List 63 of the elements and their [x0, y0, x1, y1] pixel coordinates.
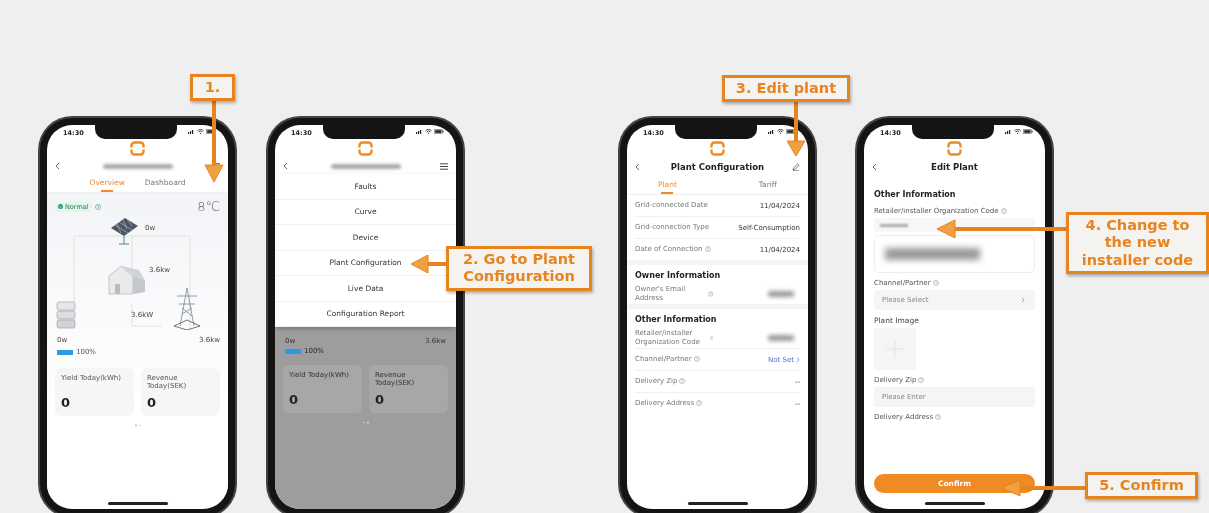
battery-level-bar — [57, 349, 73, 355]
help-icon[interactable] — [696, 400, 703, 407]
pencil-icon[interactable] — [792, 163, 800, 171]
blurred-text — [330, 163, 401, 169]
battery-drawing — [55, 300, 77, 330]
battery-icon — [786, 129, 796, 134]
callout-tooltip: 1. — [190, 74, 235, 102]
stat-value: 0 — [289, 392, 300, 407]
callout-tooltip: 2. Go to Plant Configuration — [446, 246, 592, 291]
signal-icon — [1005, 129, 1012, 134]
chevron-icon — [1021, 297, 1025, 303]
check-icon — [58, 204, 63, 209]
logo-icon — [358, 141, 373, 156]
signal-icon — [416, 129, 423, 134]
image-upload[interactable] — [874, 328, 916, 370]
callout-tooltip: 4. Change to the new installer code — [1066, 212, 1209, 275]
help-icon[interactable] — [693, 356, 700, 363]
arrow — [786, 101, 806, 157]
blurred-text — [768, 334, 794, 341]
back-icon[interactable] — [872, 163, 877, 171]
battery-level-bar — [285, 348, 301, 354]
back-icon[interactable] — [635, 163, 640, 171]
help-icon[interactable] — [704, 246, 711, 253]
wifi-icon — [777, 129, 784, 134]
help-icon[interactable] — [918, 377, 925, 383]
section-heading: Owner Information — [635, 270, 722, 282]
wifi-icon — [1014, 129, 1021, 134]
arrow — [410, 254, 447, 274]
help-icon[interactable] — [935, 414, 942, 420]
help-icon[interactable] — [932, 280, 939, 286]
blurred-text — [880, 223, 908, 227]
help-icon[interactable] — [707, 290, 713, 297]
text-area[interactable] — [874, 235, 1035, 273]
section-heading: Other Information — [874, 190, 957, 199]
callout-tooltip: 5. Confirm — [1085, 472, 1198, 500]
clock-icon[interactable] — [94, 203, 101, 210]
logo-icon — [130, 141, 145, 156]
back-icon[interactable] — [55, 162, 60, 170]
help-icon[interactable] — [679, 378, 686, 385]
stat-value: 0 — [147, 395, 158, 410]
stat-value: 0 — [61, 395, 72, 410]
signal-icon — [188, 129, 195, 134]
callout-tooltip: 3. Edit plant — [722, 75, 850, 103]
battery-icon — [1023, 129, 1033, 134]
blurred-text — [102, 163, 173, 169]
chevron-icon — [796, 356, 800, 363]
stat-value: 0 — [375, 392, 386, 407]
logo-icon — [947, 141, 962, 156]
battery-icon — [434, 129, 444, 134]
help-icon[interactable] — [1000, 208, 1007, 214]
menu-icon[interactable] — [440, 162, 448, 170]
logo-icon — [710, 141, 725, 156]
signal-icon — [768, 129, 775, 134]
screen-title: Plant Configuration — [669, 162, 766, 172]
section-heading: Other Information — [635, 314, 718, 326]
wifi-icon — [197, 129, 204, 134]
temperature: 8℃ — [197, 199, 220, 214]
screen-title: Edit Plant — [930, 162, 979, 172]
power-pylon-drawing — [172, 286, 202, 330]
blurred-text — [768, 290, 794, 297]
wifi-icon — [425, 129, 432, 134]
back-icon[interactable] — [283, 162, 288, 170]
help-icon[interactable] — [709, 334, 713, 341]
